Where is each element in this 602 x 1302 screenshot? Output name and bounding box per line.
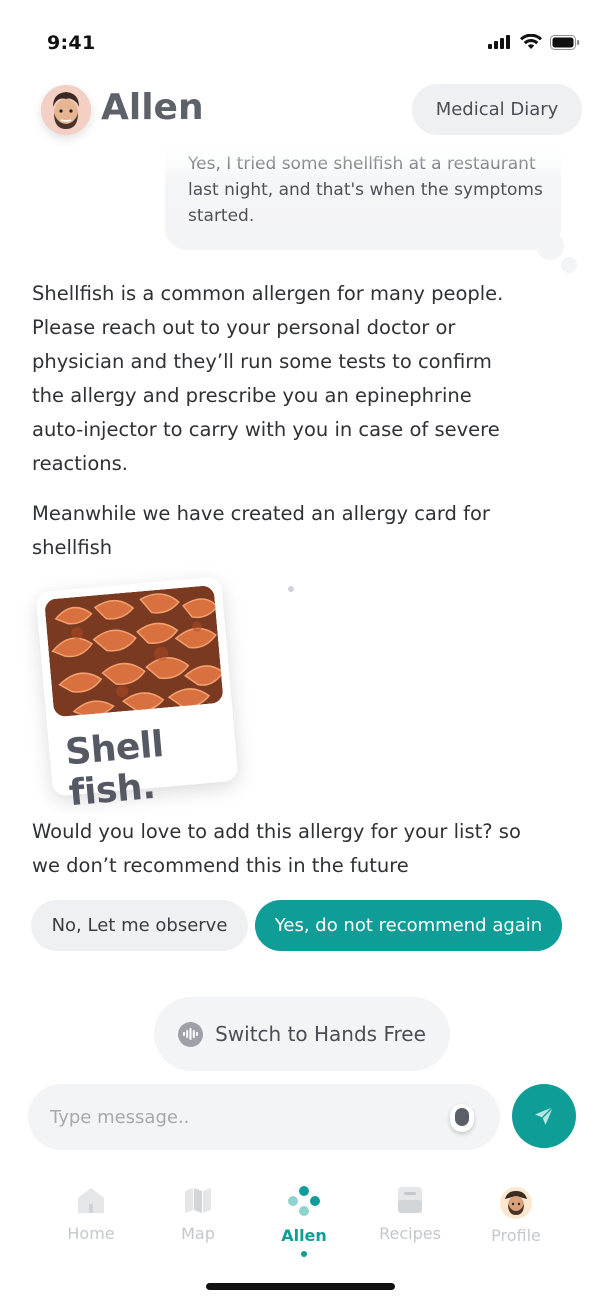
- tab-home[interactable]: Home: [41, 1186, 141, 1243]
- send-button[interactable]: [512, 1084, 576, 1148]
- message-input[interactable]: [50, 1084, 450, 1150]
- status-time: 9:41: [47, 32, 96, 54]
- home-icon: [78, 1188, 104, 1213]
- bot-message: Meanwhile we have created an allergy car…: [32, 502, 490, 559]
- bubble-tail-small: [561, 257, 577, 273]
- map-icon: [185, 1188, 211, 1213]
- bot-question: Would you love to add this allergy for y…: [32, 820, 521, 877]
- home-indicator: [206, 1283, 395, 1290]
- memoji-avatar-icon: [41, 85, 91, 135]
- hands-free-label: Switch to Hands Free: [215, 1022, 426, 1046]
- hands-free-button[interactable]: Switch to Hands Free: [154, 997, 450, 1071]
- do-not-recommend-button[interactable]: Yes, do not recommend again: [255, 900, 562, 951]
- bubble-tail: [536, 232, 564, 260]
- assistant-avatar[interactable]: [41, 85, 91, 135]
- tab-profile[interactable]: Profile: [466, 1186, 566, 1245]
- send-icon: [535, 1106, 554, 1125]
- tab-map[interactable]: Map: [148, 1186, 248, 1243]
- recipes-icon: [398, 1187, 422, 1213]
- tab-label: Allen: [281, 1226, 327, 1245]
- bot-message: Shellfish is a common allergen for many …: [32, 282, 504, 475]
- microphone-icon[interactable]: [450, 1104, 474, 1132]
- allergy-card-label: Shell fish.: [63, 724, 166, 815]
- battery-icon: [550, 34, 580, 50]
- decorative-dot: [288, 586, 294, 592]
- tab-recipes[interactable]: Recipes: [360, 1186, 460, 1243]
- observe-button[interactable]: No, Let me observe: [31, 900, 248, 951]
- tab-label: Map: [181, 1224, 215, 1243]
- tab-label: Home: [67, 1224, 115, 1243]
- shellfish-photo: [44, 584, 224, 718]
- message-composer: [28, 1084, 500, 1150]
- active-tab-indicator: [301, 1251, 307, 1257]
- bubble-fade-overlay: [165, 140, 561, 180]
- medical-diary-button[interactable]: Medical Diary: [412, 84, 582, 135]
- profile-avatar-icon: [500, 1187, 532, 1219]
- waveform-icon: [178, 1021, 204, 1047]
- page-title: Allen: [101, 87, 204, 128]
- user-message-bubble: Yes, I tried some shellfish at a restaur…: [165, 140, 561, 250]
- tab-label: Recipes: [379, 1224, 441, 1243]
- tab-label: Profile: [491, 1226, 541, 1245]
- status-icons: [488, 34, 580, 50]
- allen-icon: [288, 1186, 320, 1216]
- allergy-card[interactable]: Shell fish.: [35, 576, 239, 814]
- signal-icon: [488, 35, 510, 49]
- wifi-icon: [520, 34, 542, 49]
- tab-allen[interactable]: Allen: [254, 1186, 354, 1257]
